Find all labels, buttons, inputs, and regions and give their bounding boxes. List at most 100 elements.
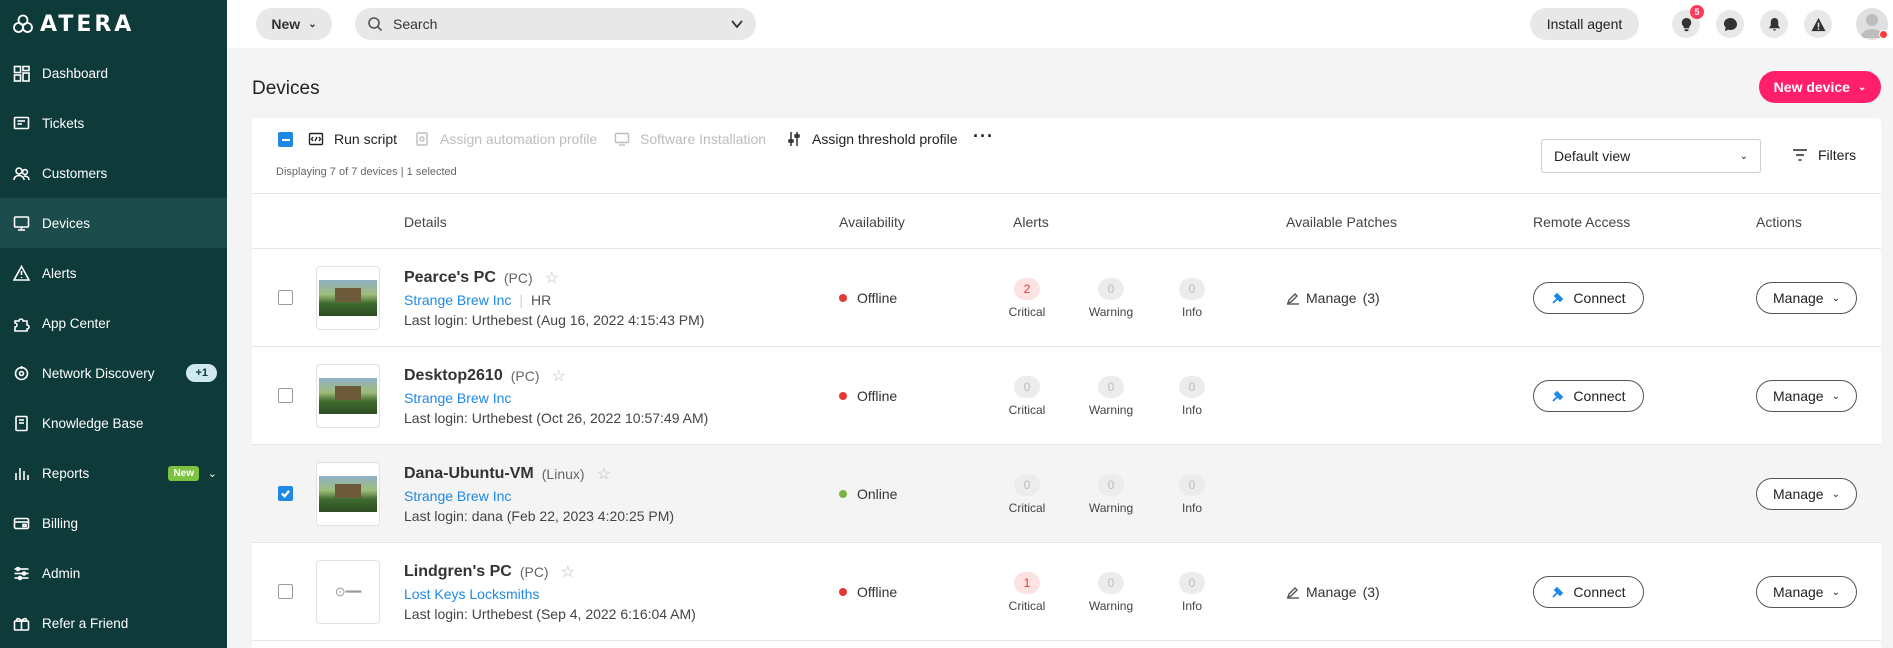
assign-threshold-profile-button[interactable]: Assign threshold profile	[786, 131, 958, 147]
alert-critical[interactable]: 0 Critical	[997, 474, 1057, 515]
device-title: Desktop2610 (PC) ☆	[404, 366, 566, 386]
column-header-remote-access[interactable]: Remote Access	[1533, 214, 1630, 230]
connect-button[interactable]: Connect	[1533, 380, 1644, 412]
assign-automation-profile-label: Assign automation profile	[440, 131, 598, 147]
software-installation-button[interactable]: Software Installation	[614, 131, 766, 147]
sidebar-item-customers[interactable]: Customers	[0, 148, 227, 198]
sidebar-item-knowledge-base[interactable]: Knowledge Base	[0, 398, 227, 448]
lightbulb-button[interactable]: 5	[1672, 5, 1704, 38]
page-title: Devices	[252, 78, 320, 99]
warnings-button[interactable]	[1804, 10, 1832, 38]
customer-link[interactable]: Strange Brew Inc	[404, 488, 511, 504]
alert-info[interactable]: 0 Info	[1162, 278, 1222, 319]
view-select[interactable]: Default view ⌄	[1541, 139, 1761, 173]
sidebar-item-refer-a-friend[interactable]: Refer a Friend	[0, 598, 227, 648]
sidebar-item-billing[interactable]: Billing	[0, 498, 227, 548]
sidebar-item-dashboard[interactable]: Dashboard	[0, 48, 227, 98]
alert-count-badge: 0	[1098, 474, 1124, 496]
star-icon[interactable]: ☆	[545, 268, 559, 288]
table-row[interactable]: Pearce's PC (PC) ☆ Strange Brew Inc | HR Last …	[252, 249, 1881, 347]
sidebar-item-devices[interactable]: Devices	[0, 198, 227, 248]
star-icon[interactable]: ☆	[552, 366, 566, 386]
alert-critical[interactable]: 2 Critical	[997, 278, 1057, 319]
device-thumbnail	[316, 266, 380, 330]
alert-info[interactable]: 0 Info	[1162, 572, 1222, 613]
customer-link[interactable]: Lost Keys Locksmiths	[404, 586, 539, 602]
device-title: Lindgren's PC (PC) ☆	[404, 562, 575, 582]
alert-warning[interactable]: 0 Warning	[1081, 278, 1141, 319]
patches-manage-link[interactable]: Manage (3)	[1286, 290, 1380, 306]
assign-automation-profile-button[interactable]: Assign automation profile	[414, 131, 597, 147]
connect-button[interactable]: Connect	[1533, 576, 1644, 608]
table-row[interactable]: ⊙━━ Lindgren's PC (PC) ☆ Lost Keys Locksmith…	[252, 543, 1881, 641]
sidebar-item-admin[interactable]: Admin	[0, 548, 227, 598]
alert-critical[interactable]: 1 Critical	[997, 572, 1057, 613]
column-header-alerts[interactable]: Alerts	[1013, 214, 1049, 230]
patches-manage-link[interactable]: Manage (3)	[1286, 584, 1380, 600]
row-checkbox[interactable]	[278, 584, 293, 599]
software-installation-label: Software Installation	[640, 131, 767, 147]
pencil-icon	[1286, 293, 1299, 305]
brand-logo[interactable]: ATERA	[0, 0, 227, 48]
table-row[interactable]: Desktop2610 (PC) ☆ Strange Brew Inc Last log…	[252, 347, 1881, 445]
remote-connect-icon	[1552, 292, 1564, 304]
sidebar-item-label: Network Discovery	[42, 365, 155, 381]
sidebar-item-network-discovery[interactable]: Network Discovery +1	[0, 348, 227, 398]
chevron-down-icon: ⌄	[1831, 390, 1840, 402]
notifications-button[interactable]	[1760, 10, 1788, 38]
manage-button[interactable]: Manage ⌄	[1756, 576, 1857, 608]
alert-critical[interactable]: 0 Critical	[997, 376, 1057, 417]
customer-link[interactable]: Strange Brew Inc	[404, 390, 511, 406]
table-row[interactable]: Dana-Ubuntu-VM (Linux) ☆ Strange Brew Inc La…	[252, 445, 1881, 543]
connect-button[interactable]: Connect	[1533, 282, 1644, 314]
manage-button[interactable]: Manage ⌄	[1756, 282, 1857, 314]
manage-button[interactable]: Manage ⌄	[1756, 380, 1857, 412]
new-button[interactable]: New ⌄	[256, 8, 332, 40]
device-customer-line: Strange Brew Inc	[404, 488, 511, 504]
column-header-actions[interactable]: Actions	[1756, 214, 1802, 230]
filters-button[interactable]: Filters	[1792, 147, 1856, 163]
column-header-availability[interactable]: Availability	[839, 214, 905, 230]
search-input[interactable]	[393, 16, 720, 32]
device-name[interactable]: Pearce's PC	[404, 269, 496, 287]
new-device-button[interactable]: New device ⌄	[1759, 71, 1881, 103]
customer-link[interactable]: Strange Brew Inc	[404, 292, 511, 308]
search-bar[interactable]	[355, 8, 756, 40]
alert-warning[interactable]: 0 Warning	[1081, 474, 1141, 515]
alert-info[interactable]: 0 Info	[1162, 376, 1222, 417]
manage-button[interactable]: Manage ⌄	[1756, 478, 1857, 510]
row-checkbox[interactable]	[278, 388, 293, 403]
alert-warning[interactable]: 0 Warning	[1081, 572, 1141, 613]
star-icon[interactable]: ☆	[597, 464, 611, 484]
chevron-down-icon[interactable]: ⌄	[208, 467, 217, 480]
select-all-checkbox[interactable]	[278, 132, 293, 147]
chevron-down-icon: ⌄	[1831, 586, 1840, 598]
sidebar-item-alerts[interactable]: Alerts	[0, 248, 227, 298]
row-checkbox[interactable]	[278, 290, 293, 305]
sidebar-item-app-center[interactable]: App Center	[0, 298, 227, 348]
device-name[interactable]: Dana-Ubuntu-VM	[404, 465, 534, 483]
dashboard-icon	[12, 64, 30, 82]
chevron-down-icon[interactable]	[730, 17, 744, 31]
device-name[interactable]: Desktop2610	[404, 367, 503, 385]
run-script-button[interactable]: Run script	[308, 131, 397, 147]
sidebar-item-label: Reports	[42, 465, 90, 481]
row-checkbox[interactable]	[278, 486, 293, 501]
chat-button[interactable]	[1716, 10, 1744, 38]
sidebar-item-reports[interactable]: Reports New ⌄	[0, 448, 227, 498]
column-header-patches[interactable]: Available Patches	[1286, 214, 1397, 230]
device-name[interactable]: Lindgren's PC	[404, 563, 512, 581]
status-text: Offline	[857, 584, 898, 600]
view-select-value: Default view	[1554, 148, 1631, 164]
install-agent-button[interactable]: Install agent	[1530, 8, 1639, 40]
sidebar-item-label: Refer a Friend	[42, 615, 129, 631]
connect-label: Connect	[1573, 290, 1626, 306]
star-icon[interactable]: ☆	[561, 562, 575, 582]
more-actions-button[interactable]: ···	[973, 126, 994, 147]
column-header-details[interactable]: Details	[404, 214, 447, 230]
alert-info[interactable]: 0 Info	[1162, 474, 1222, 515]
alert-warning[interactable]: 0 Warning	[1081, 376, 1141, 417]
sidebar-item-tickets[interactable]: Tickets	[0, 98, 227, 148]
sidebar-item-label: Dashboard	[42, 65, 109, 81]
alert-label: Info	[1181, 599, 1202, 613]
